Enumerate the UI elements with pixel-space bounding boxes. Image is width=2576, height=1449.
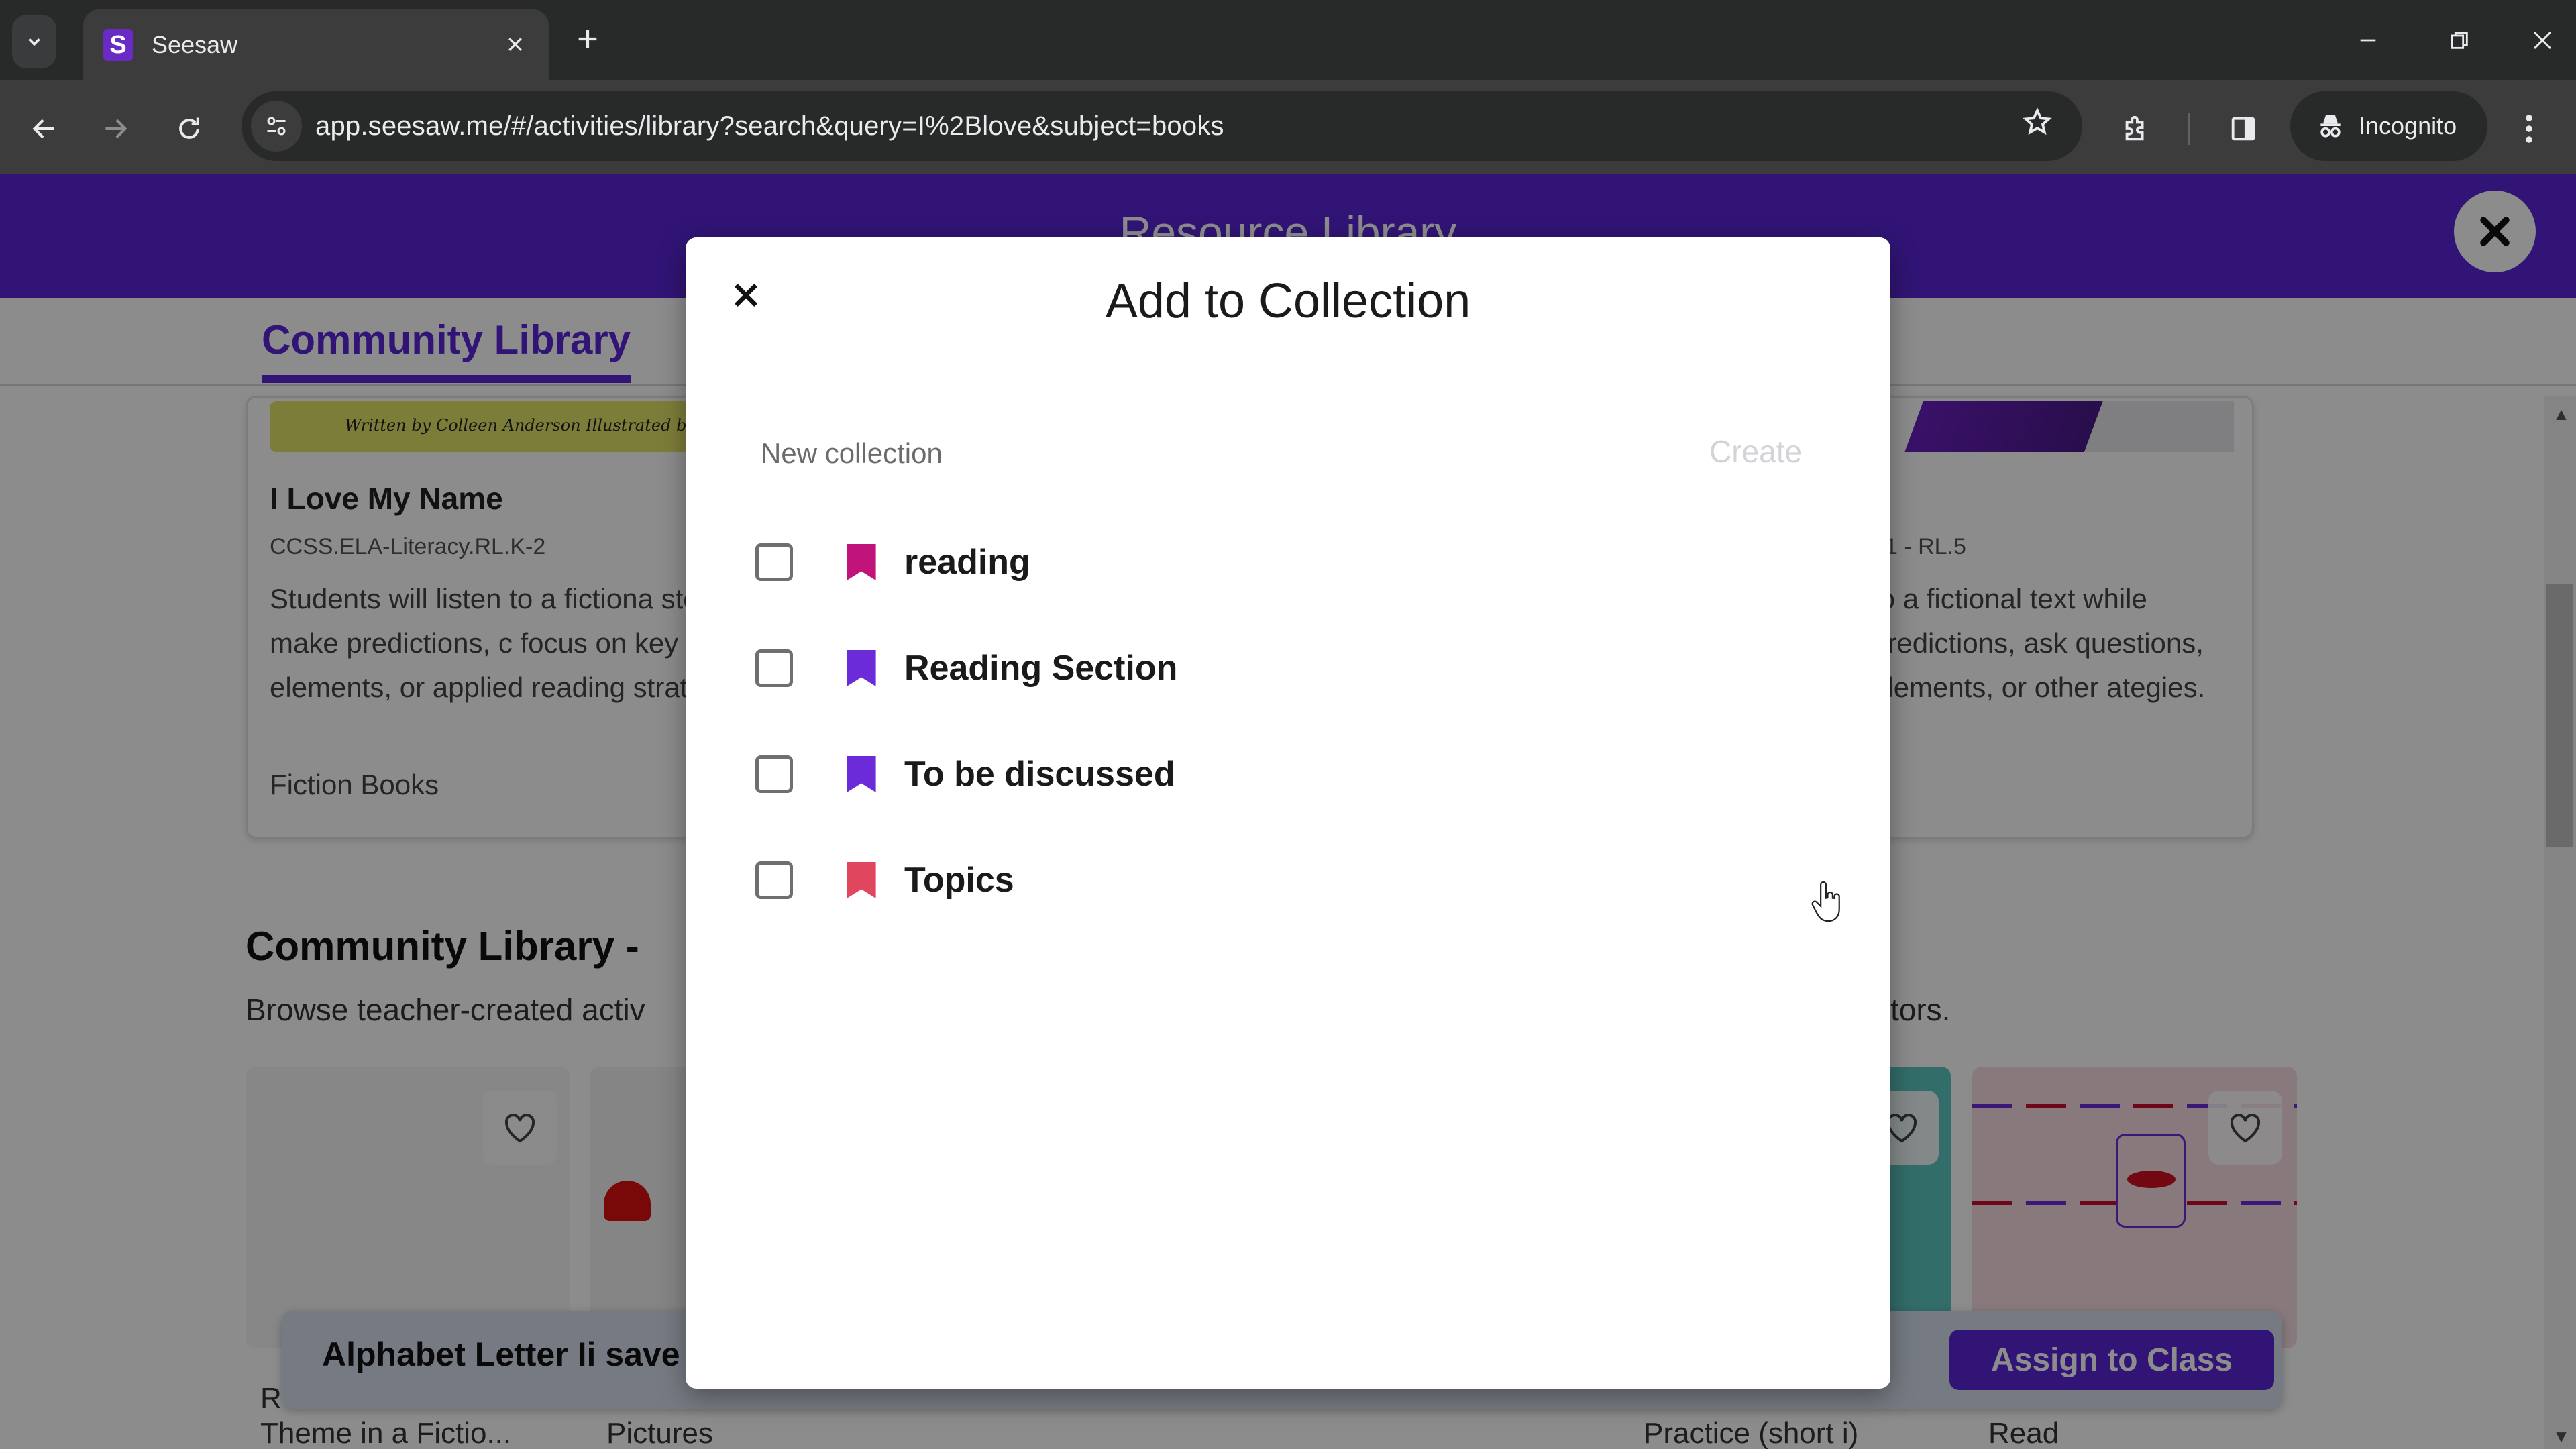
- close-icon: [508, 38, 522, 51]
- browser-toolbar: app.seesaw.me/#/activities/library?searc…: [0, 80, 2576, 174]
- forward-button[interactable]: [90, 103, 141, 154]
- dialog-title: Add to Collection: [1105, 274, 1471, 328]
- address-bar[interactable]: app.seesaw.me/#/activities/library?searc…: [241, 91, 2082, 161]
- back-icon: [32, 119, 54, 139]
- side-panel-button[interactable]: [2218, 103, 2269, 154]
- bookmark-icon: [847, 544, 876, 580]
- collection-label: reading: [904, 543, 1030, 582]
- extensions-button[interactable]: [2110, 103, 2161, 154]
- reload-icon: [179, 117, 199, 139]
- reload-button[interactable]: [164, 103, 215, 154]
- collection-item[interactable]: To be discussed: [755, 741, 1802, 808]
- collection-item[interactable]: Topics: [755, 847, 1802, 914]
- window-close-icon: [2533, 31, 2552, 50]
- site-info-icon: [267, 117, 286, 136]
- browser-tabstrip: S Seesaw: [0, 0, 2576, 80]
- seesaw-favicon-icon: S: [103, 29, 133, 61]
- collection-item[interactable]: reading: [755, 529, 1802, 596]
- hand-pointer-cursor-icon: [1811, 881, 1840, 922]
- restore-button[interactable]: [2419, 13, 2500, 67]
- more-menu-icon: [2526, 115, 2532, 143]
- collection-checkbox[interactable]: [755, 755, 793, 793]
- chevron-down-icon: [28, 38, 40, 46]
- star-icon: [2023, 107, 2052, 136]
- new-tab-button[interactable]: [568, 17, 608, 61]
- incognito-icon: [2320, 115, 2341, 138]
- bookmark-icon: [847, 650, 876, 686]
- collection-checkbox[interactable]: [755, 861, 793, 899]
- collection-label: Topics: [904, 861, 1014, 900]
- tab-search-button[interactable]: [12, 15, 56, 68]
- new-collection-input[interactable]: [761, 427, 1633, 480]
- bookmark-star-button[interactable]: [2022, 107, 2053, 146]
- restore-icon: [2451, 32, 2468, 49]
- create-collection-button[interactable]: Create: [1709, 433, 1802, 470]
- tab-title: Seesaw: [152, 31, 238, 58]
- collection-checkbox[interactable]: [755, 649, 793, 687]
- extensions-icon: [2125, 115, 2144, 141]
- browser-menu-button[interactable]: [2509, 103, 2549, 154]
- browser-tab[interactable]: S Seesaw: [83, 9, 549, 80]
- site-info-button[interactable]: [251, 101, 302, 152]
- url-text[interactable]: app.seesaw.me/#/activities/library?searc…: [315, 111, 2022, 142]
- bookmark-icon: [847, 756, 876, 792]
- incognito-profile-button[interactable]: Incognito: [2290, 91, 2487, 161]
- minimize-icon: [2360, 39, 2376, 42]
- incognito-label: Incognito: [2359, 112, 2457, 140]
- bookmark-icon: [847, 862, 876, 898]
- collection-label: Reading Section: [904, 649, 1178, 688]
- collection-checkbox[interactable]: [755, 543, 793, 581]
- side-panel-icon: [2231, 117, 2255, 141]
- back-button[interactable]: [19, 103, 70, 154]
- collection-label: To be discussed: [904, 755, 1175, 794]
- collection-item[interactable]: Reading Section: [755, 635, 1802, 702]
- plus-icon: [578, 30, 597, 48]
- add-to-collection-dialog: Add to Collection Create reading Reading…: [686, 237, 1890, 1389]
- forward-icon: [105, 119, 127, 139]
- toolbar-separator: [2188, 113, 2190, 145]
- tab-close-button[interactable]: [495, 29, 535, 61]
- window-close-button[interactable]: [2510, 13, 2575, 67]
- minimize-button[interactable]: [2328, 13, 2408, 67]
